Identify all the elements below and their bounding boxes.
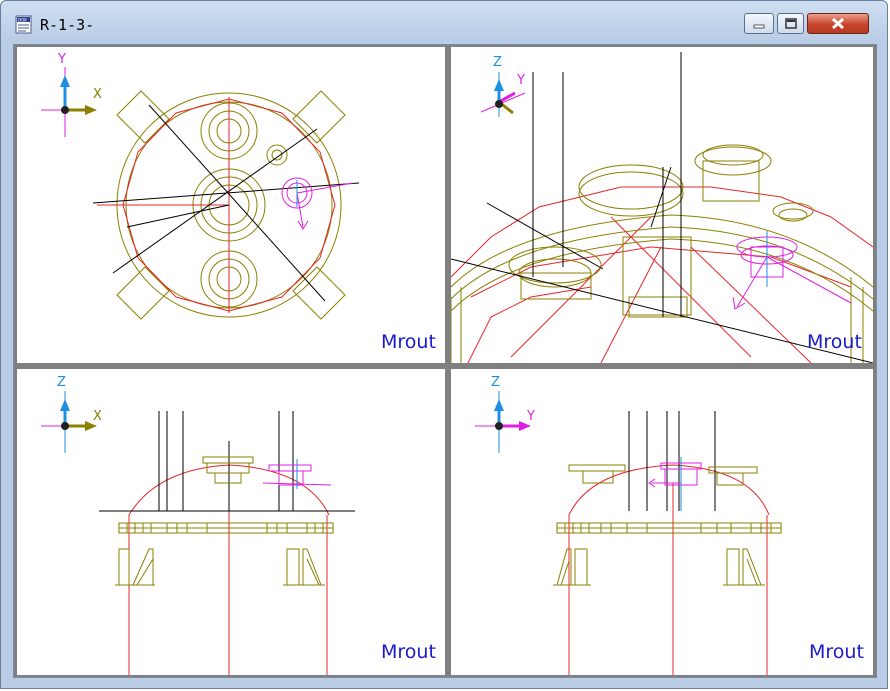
app-window: DOK R-1-3- Y X Mrout Z Y Mrout Z X Mrout…: [0, 0, 888, 689]
vessel-elevation: [115, 456, 334, 586]
svg-text:DOK: DOK: [18, 18, 27, 23]
close-button[interactable]: [807, 13, 869, 34]
document-icon[interactable]: DOK: [15, 15, 33, 35]
axis-label-v: Y: [58, 52, 66, 67]
axis-label-h: Y: [527, 409, 535, 424]
minimize-icon: [753, 24, 765, 29]
front-view-drawing: [41, 391, 355, 675]
axis-label-v: Z: [493, 55, 502, 70]
viewport-top[interactable]: Y X Mrout: [17, 47, 445, 363]
reference-lines: [99, 411, 355, 512]
viewport-label: Mrout: [381, 641, 436, 663]
window-title: R-1-3-: [40, 16, 95, 34]
reference-lines: [451, 52, 873, 363]
nozzle-iso: [732, 236, 852, 310]
close-icon: [831, 17, 845, 30]
viewport-area: Y X Mrout Z Y Mrout Z X Mrout Z Y Mrout: [13, 44, 877, 678]
top-view-drawing: [41, 67, 360, 320]
minimize-button[interactable]: [744, 13, 774, 34]
title-bar[interactable]: DOK R-1-3-: [1, 1, 887, 45]
viewport-side[interactable]: Z Y Mrout: [451, 369, 873, 675]
axis-label-v: Z: [57, 375, 66, 390]
axis-label-h: Y: [517, 73, 525, 88]
maximize-button[interactable]: [777, 13, 804, 34]
viewport-label: Mrout: [809, 641, 864, 663]
viewport-front[interactable]: Z X Mrout: [17, 369, 445, 675]
axis-gizmo: [475, 391, 531, 453]
iso-view-drawing: [451, 52, 873, 363]
axis-label-h: X: [93, 409, 102, 424]
maximize-icon: [785, 18, 797, 29]
axis-label-v: Z: [491, 375, 500, 390]
axis-gizmo: [41, 391, 97, 453]
viewport-label: Mrout: [381, 331, 436, 353]
axis-gizmo: [41, 67, 97, 137]
side-view-drawing: [475, 391, 782, 675]
viewport-label: Mrout: [807, 331, 862, 353]
viewport-iso[interactable]: Z Y Mrout: [451, 47, 873, 363]
axis-label-h: X: [93, 87, 102, 102]
reference-lines: [628, 411, 716, 511]
